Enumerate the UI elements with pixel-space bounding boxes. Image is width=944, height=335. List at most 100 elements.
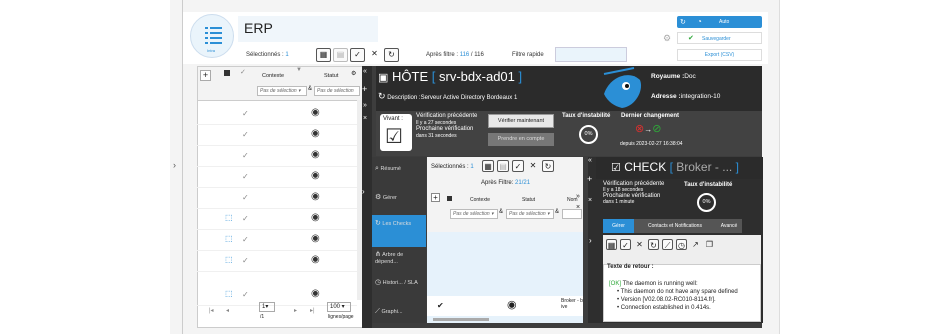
check-circle-icon: ✓	[354, 50, 361, 59]
app-logo[interactable]: Intra	[190, 14, 234, 58]
check-circle-icon: ✓	[622, 241, 629, 250]
move-icon[interactable]: +	[587, 174, 592, 184]
quick-filter-input[interactable]	[555, 47, 627, 62]
expand-left-icon[interactable]: ›	[173, 160, 176, 170]
context-filter[interactable]: Pas de sélection ▾	[257, 86, 307, 96]
check-button[interactable]: ✓	[620, 239, 631, 250]
clock-icon: ◔	[697, 17, 702, 26]
instability-gauge: 0%	[579, 125, 598, 144]
add-check-button[interactable]: +	[431, 193, 440, 202]
tab-contacts[interactable]: Contacts et Notifications	[634, 219, 716, 233]
select-all-checkbox[interactable]	[224, 70, 230, 76]
col-context[interactable]: Contexte	[470, 197, 490, 203]
gear-icon[interactable]: ⚙	[351, 70, 356, 77]
status-filter[interactable]: Pas de sélection ▾	[506, 209, 554, 219]
status-ok-icon: ◉	[311, 288, 320, 299]
status-ok-icon: ◉	[507, 299, 517, 311]
copy-button[interactable]: ❐	[704, 239, 715, 250]
col-status[interactable]: Statut	[324, 73, 338, 79]
move-icon[interactable]: +	[362, 84, 367, 94]
table-row[interactable]: ✓ ◉	[197, 146, 357, 167]
menu-history[interactable]: ◷ Histori... / SLA	[372, 274, 426, 306]
expand-icon[interactable]: »	[363, 102, 367, 109]
export-csv-button[interactable]: Export (CSV)	[677, 49, 762, 61]
table-row[interactable]: ✓ ◉	[197, 104, 357, 125]
gear-icon: ⚙	[375, 194, 382, 201]
col-status[interactable]: Statut	[522, 197, 535, 203]
splitter[interactable]: « + » ×	[362, 66, 372, 328]
close-icon[interactable]: ×	[588, 197, 592, 204]
table-row[interactable]: ⬚ ✓ ◉	[197, 251, 357, 272]
external-link-button[interactable]: ↗	[690, 239, 701, 250]
auto-label: Auto	[719, 19, 730, 25]
horizontal-scrollbar[interactable]	[433, 318, 489, 321]
splitter[interactable]: « + × ›	[587, 157, 596, 323]
tools-button[interactable]: ✕	[634, 239, 645, 250]
prev-page-icon[interactable]: ◂	[226, 307, 229, 314]
auto-toggle[interactable]: ↻ ◔ Auto	[677, 16, 762, 28]
expand-icon[interactable]: ›	[589, 236, 592, 245]
quick-filter-label: Filtre rapide	[512, 52, 544, 58]
after-filter: Après filtre : 116 / 116	[426, 52, 484, 58]
status-ok-icon: ☑	[385, 126, 403, 148]
check-all-button[interactable]: ✓	[512, 160, 524, 172]
refresh-icon: ↻	[375, 220, 381, 227]
table-row[interactable]: ✓ ◉	[197, 167, 357, 188]
host-icon: ⬚	[225, 213, 233, 222]
tools-button[interactable]: ✕	[367, 48, 382, 62]
calendar-button[interactable]: ▦	[482, 160, 494, 172]
refresh-button[interactable]: ↻	[384, 48, 399, 62]
table-row[interactable]: ✔ ◉ Broker - b ive	[427, 296, 583, 316]
calendar-button[interactable]: ▦	[316, 48, 331, 62]
refresh-button[interactable]: ↻	[648, 239, 659, 250]
table-row[interactable]: ⬚ ✓ ◉	[197, 209, 357, 230]
table-row[interactable]: ✓ ◉	[197, 188, 357, 209]
ok-icon: ⊘	[652, 123, 662, 135]
page-select[interactable]: 1▾	[259, 302, 275, 312]
expand-icon[interactable]: ›	[362, 187, 365, 196]
list-button[interactable]: ▤	[333, 48, 348, 62]
tools-icon: ✕	[636, 240, 643, 249]
next-page-icon[interactable]: ▸	[294, 307, 297, 314]
page-size-select[interactable]: 100 ▾	[327, 302, 351, 312]
acknowledge-button[interactable]: Prendre en compte	[488, 133, 554, 146]
check-icon: ✓	[242, 193, 249, 202]
check-icon: ✓	[242, 151, 249, 160]
tab-advanced[interactable]: Avancé	[716, 219, 742, 233]
check-all-button[interactable]: ✓	[350, 48, 365, 62]
refresh-button[interactable]: ↻	[542, 160, 554, 172]
select-all-checkbox[interactable]	[447, 196, 452, 201]
tools-icon: ✕	[529, 161, 537, 170]
tools-button[interactable]: ✕	[527, 160, 539, 172]
sort-icon[interactable]: ▼	[296, 67, 302, 73]
table-row[interactable]: ⬚ ✓ ◉	[197, 230, 357, 251]
list-button[interactable]: ▤	[497, 160, 509, 172]
expand-icon[interactable]: »	[576, 193, 580, 200]
last-page-icon[interactable]: ▸|	[310, 307, 315, 314]
save-button[interactable]: ✔ Sauvegarder	[677, 32, 762, 44]
realm: Royaume :Doc	[651, 73, 696, 80]
graph-button[interactable]: ⟋	[662, 239, 673, 250]
add-row-button[interactable]: +	[200, 70, 211, 81]
menu-summary[interactable]: ⌕ Résumé	[372, 160, 426, 192]
close-icon[interactable]: ×	[576, 204, 580, 211]
and-icon: &	[555, 209, 560, 215]
critical-icon: ⊗	[635, 123, 645, 135]
tab-manage[interactable]: Gérer	[603, 219, 634, 233]
collapse-icon[interactable]: «	[363, 68, 367, 75]
menu-graphs[interactable]: ⟋ Graphi...	[372, 303, 426, 335]
menu-checks[interactable]: ↻ Les Checks	[372, 215, 426, 247]
verify-now-button[interactable]: Vérifier maintenant	[488, 114, 554, 128]
gear-icon[interactable]: ⚙	[663, 33, 675, 45]
close-icon[interactable]: ×	[363, 115, 367, 122]
status-ok-icon: ◉	[311, 233, 320, 244]
calendar-button[interactable]: ▦	[606, 239, 617, 250]
first-page-icon[interactable]: |◂	[209, 307, 214, 314]
context-filter[interactable]: Pas de sélection ▾	[450, 209, 498, 219]
schedule-button[interactable]: ◷	[676, 239, 687, 250]
host-description: ↻ Description :Serveur Active Directory …	[378, 91, 518, 101]
collapse-icon[interactable]: «	[588, 157, 592, 164]
col-context[interactable]: Contexte	[262, 73, 284, 79]
table-row[interactable]: ✓ ◉	[197, 125, 357, 146]
status-filter[interactable]: Pas de sélection	[314, 86, 360, 96]
